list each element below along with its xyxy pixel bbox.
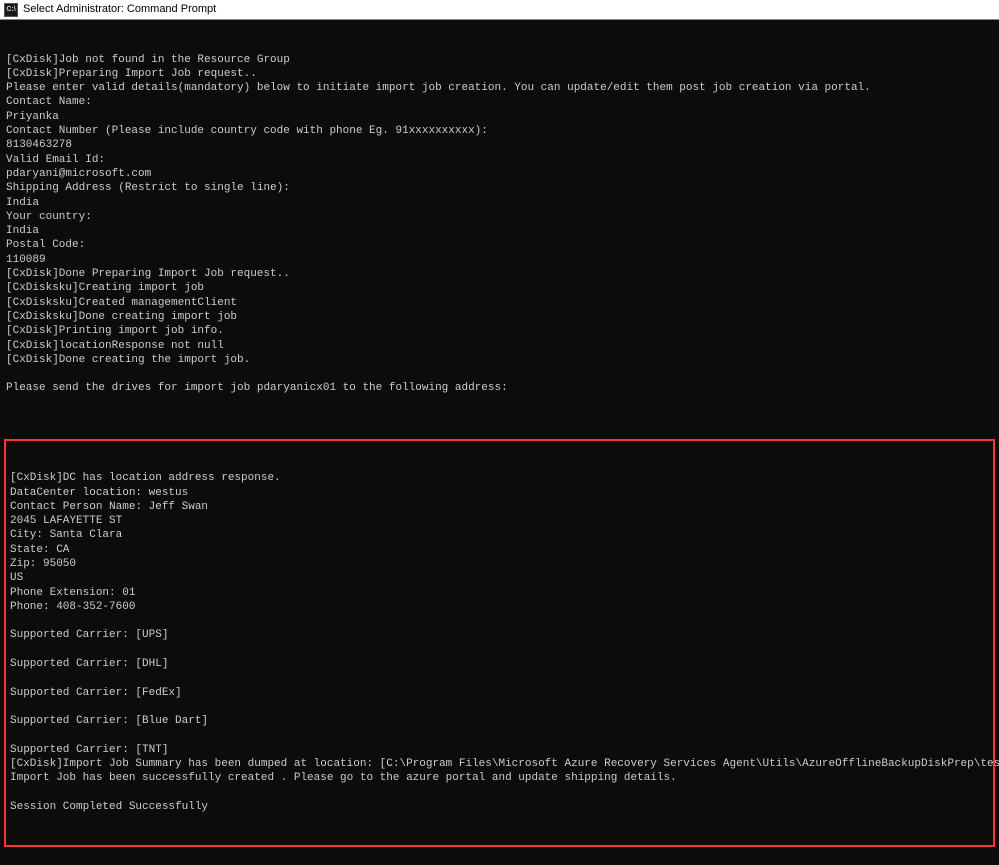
terminal-line: [CxDisk]DC has location address response… <box>10 471 989 485</box>
window-title: Select Administrator: Command Prompt <box>23 2 216 16</box>
terminal-output: [CxDisk]Job not found in the Resource Gr… <box>0 20 999 865</box>
terminal-line <box>10 700 989 714</box>
terminal-line: Supported Carrier: [UPS] <box>10 628 989 642</box>
terminal-line: Session Completed Successfully <box>10 800 989 814</box>
terminal-line: 8130463278 <box>6 138 993 152</box>
terminal-line: India <box>6 224 993 238</box>
window-title-bar[interactable]: C:\ Select Administrator: Command Prompt <box>0 0 999 20</box>
terminal-line: Please enter valid details(mandatory) be… <box>6 81 993 95</box>
terminal-line: Phone: 408-352-7600 <box>10 600 989 614</box>
terminal-line: Supported Carrier: [DHL] <box>10 657 989 671</box>
terminal-line: India <box>6 196 993 210</box>
terminal-line: Supported Carrier: [TNT] <box>10 743 989 757</box>
terminal-line <box>10 614 989 628</box>
terminal-line <box>10 671 989 685</box>
terminal-line: [CxDisksku]Created managementClient <box>6 296 993 310</box>
terminal-line: Postal Code: <box>6 238 993 252</box>
terminal-line: Priyanka <box>6 110 993 124</box>
terminal-line: DataCenter location: westus <box>10 486 989 500</box>
terminal-line: Contact Person Name: Jeff Swan <box>10 500 989 514</box>
terminal-line: Import Job has been successfully created… <box>10 771 989 785</box>
terminal-line: [CxDisk]Printing import job info. <box>6 324 993 338</box>
terminal-line: [CxDisk]Done Preparing Import Job reques… <box>6 267 993 281</box>
terminal-line <box>10 643 989 657</box>
terminal-line: Zip: 95050 <box>10 557 989 571</box>
terminal-boxed-section: [CxDisk]DC has location address response… <box>10 471 989 814</box>
terminal-line: [CxDisksku]Creating import job <box>6 281 993 295</box>
cmd-icon: C:\ <box>4 3 18 17</box>
terminal-line: 110089 <box>6 253 993 267</box>
terminal-line: Supported Carrier: [Blue Dart] <box>10 714 989 728</box>
terminal-line: [CxDisk]Preparing Import Job request.. <box>6 67 993 81</box>
terminal-line <box>10 786 989 800</box>
terminal-line: 2045 LAFAYETTE ST <box>10 514 989 528</box>
terminal-line: State: CA <box>10 543 989 557</box>
terminal-line: Please send the drives for import job pd… <box>6 381 993 395</box>
terminal-line: [CxDisk]Job not found in the Resource Gr… <box>6 53 993 67</box>
terminal-line: Shipping Address (Restrict to single lin… <box>6 181 993 195</box>
terminal-line: City: Santa Clara <box>10 528 989 542</box>
terminal-line: Contact Name: <box>6 95 993 109</box>
terminal-line <box>10 729 989 743</box>
terminal-line: [CxDisk]Import Job Summary has been dump… <box>10 757 989 771</box>
terminal-line <box>6 367 993 381</box>
highlighted-output-box: [CxDisk]DC has location address response… <box>4 439 995 847</box>
terminal-line: Supported Carrier: [FedEx] <box>10 686 989 700</box>
terminal-line: [CxDisk]locationResponse not null <box>6 339 993 353</box>
terminal-top-section: [CxDisk]Job not found in the Resource Gr… <box>6 53 993 410</box>
terminal-line: Your country: <box>6 210 993 224</box>
terminal-line: Phone Extension: 01 <box>10 586 989 600</box>
terminal-line: [CxDisksku]Done creating import job <box>6 310 993 324</box>
terminal-line: Valid Email Id: <box>6 153 993 167</box>
terminal-line: pdaryani@microsoft.com <box>6 167 993 181</box>
terminal-line: US <box>10 571 989 585</box>
terminal-line: Contact Number (Please include country c… <box>6 124 993 138</box>
terminal-line <box>6 396 993 410</box>
terminal-line: [CxDisk]Done creating the import job. <box>6 353 993 367</box>
